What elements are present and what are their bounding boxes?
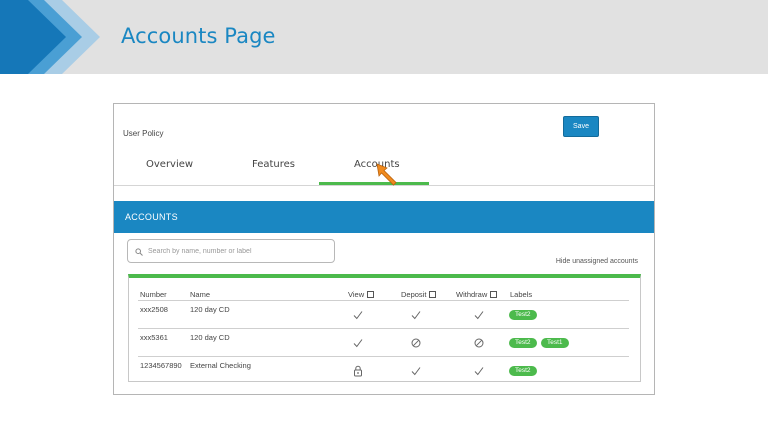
row-1-name: 120 day CD — [190, 305, 230, 314]
check-icon[interactable] — [474, 310, 484, 320]
hide-unassigned-link[interactable]: Hide unassigned accounts — [556, 258, 638, 265]
policy-label: User Policy — [123, 129, 164, 138]
column-header-withdraw: Withdraw — [456, 290, 498, 299]
accounts-section-title: ACCOUNTS — [125, 212, 178, 222]
user-policy-panel: User Policy Save Overview Features Accou… — [113, 103, 655, 395]
column-header-view: View — [348, 290, 375, 299]
search-box — [127, 239, 335, 263]
column-header-number: Number — [140, 290, 167, 299]
brand-chevron-logo — [0, 0, 100, 74]
lock-icon[interactable] — [353, 365, 363, 377]
column-header-name: Name — [190, 290, 210, 299]
deposit-all-checkbox[interactable] — [429, 291, 437, 298]
label-tag[interactable]: Test2 — [509, 338, 537, 348]
column-header-number-label: Number — [140, 290, 167, 299]
column-header-deposit-label: Deposit — [401, 290, 427, 299]
search-icon — [135, 248, 143, 256]
column-header-name-label: Name — [190, 290, 211, 299]
check-icon[interactable] — [411, 366, 421, 376]
check-icon[interactable] — [411, 310, 421, 320]
column-header-labels-label: Labels — [510, 290, 533, 299]
blocked-icon[interactable] — [411, 338, 421, 348]
search-input[interactable] — [148, 243, 328, 259]
mouse-cursor-icon — [376, 163, 397, 186]
tab-overview[interactable]: Overview — [146, 159, 193, 170]
column-header-view-label: View — [348, 290, 365, 299]
accounts-section-header: ACCOUNTS — [114, 201, 654, 233]
row-1-number: xxx2508 — [140, 305, 168, 314]
withdraw-all-checkbox[interactable] — [490, 291, 498, 298]
save-button[interactable]: Save — [563, 116, 599, 137]
view-all-checkbox[interactable] — [367, 291, 375, 298]
row-divider — [138, 328, 629, 329]
row-2-number: xxx5361 — [140, 333, 168, 342]
blocked-icon[interactable] — [474, 338, 484, 348]
row-3-number: 1234567890 — [140, 361, 182, 370]
top-banner: Accounts Page — [0, 0, 768, 74]
accounts-table: Number Name View Deposit Withdraw Labels… — [128, 274, 641, 382]
row-2-name: 120 day CD — [190, 333, 230, 342]
header-divider — [138, 300, 629, 301]
tab-features[interactable]: Features — [252, 159, 295, 170]
label-tag[interactable]: Test2 — [509, 310, 537, 320]
check-icon[interactable] — [353, 310, 363, 320]
label-tag[interactable]: Test2 — [509, 366, 537, 376]
column-header-withdraw-label: Withdraw — [456, 290, 488, 299]
column-header-deposit: Deposit — [401, 290, 437, 299]
column-header-labels: Labels — [510, 290, 532, 299]
check-icon[interactable] — [353, 338, 363, 348]
row-divider — [138, 356, 629, 357]
check-icon[interactable] — [474, 366, 484, 376]
page-title: Accounts Page — [121, 24, 276, 48]
label-tag[interactable]: Test1 — [541, 338, 569, 348]
row-3-name: External Checking — [190, 361, 251, 370]
